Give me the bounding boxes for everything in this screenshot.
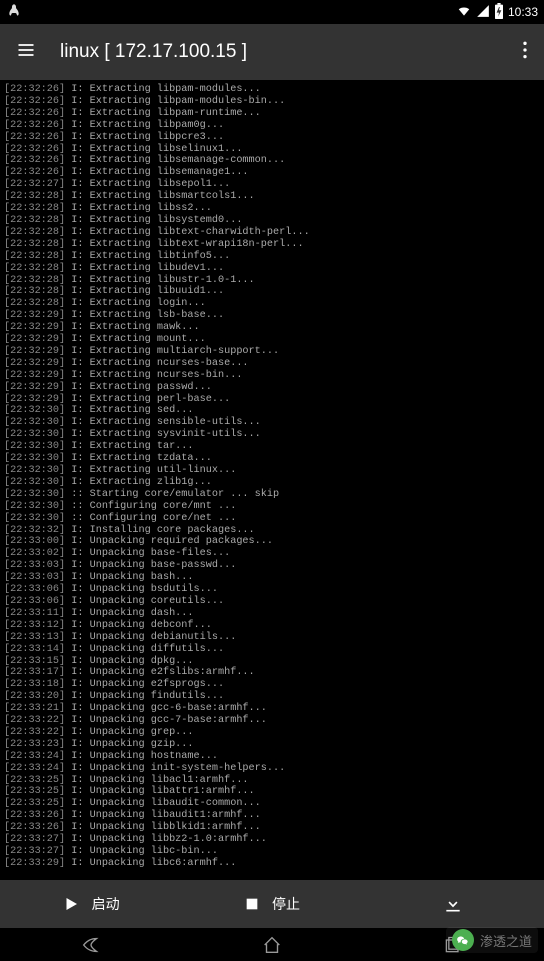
terminal-line: [22:32:28] I: Extracting libsmartcols1..… bbox=[4, 191, 540, 203]
terminal-line: [22:33:27] I: Unpacking libc-bin... bbox=[4, 846, 540, 858]
terminal-line: [22:32:26] I: Extracting libpam-modules-… bbox=[4, 96, 540, 108]
terminal-line: [22:33:27] I: Unpacking libbz2-1.0:armhf… bbox=[4, 834, 540, 846]
terminal-line: [22:33:26] I: Unpacking libblkid1:armhf.… bbox=[4, 822, 540, 834]
battery-icon bbox=[494, 3, 504, 22]
terminal-line: [22:33:29] I: Unpacking libc6:armhf... bbox=[4, 858, 540, 870]
terminal-line: [22:32:29] I: Extracting mawk... bbox=[4, 322, 540, 334]
terminal-line: [22:33:03] I: Unpacking bash... bbox=[4, 572, 540, 584]
terminal-line: [22:32:29] I: Extracting mount... bbox=[4, 334, 540, 346]
start-button[interactable]: 启动 bbox=[0, 880, 181, 928]
terminal-line: [22:33:06] I: Unpacking bsdutils... bbox=[4, 584, 540, 596]
terminal-line: [22:33:13] I: Unpacking debianutils... bbox=[4, 632, 540, 644]
terminal-line: [22:32:28] I: Extracting libudev1... bbox=[4, 263, 540, 275]
terminal-line: [22:32:28] I: Extracting libuuid1... bbox=[4, 286, 540, 298]
status-time: 10:33 bbox=[508, 5, 538, 19]
terminal-line: [22:32:29] I: Extracting perl-base... bbox=[4, 394, 540, 406]
terminal-line: [22:33:22] I: Unpacking gcc-7-base:armhf… bbox=[4, 715, 540, 727]
status-bar: 10:33 bbox=[0, 0, 544, 24]
terminal-line: [22:33:17] I: Unpacking e2fslibs:armhf..… bbox=[4, 667, 540, 679]
terminal-line: [22:33:23] I: Unpacking gzip... bbox=[4, 739, 540, 751]
stop-button-label: 停止 bbox=[272, 894, 300, 914]
terminal-line: [22:32:28] I: Extracting libsystemd0... bbox=[4, 215, 540, 227]
back-button[interactable] bbox=[79, 933, 103, 957]
bottom-bar: 启动 停止 bbox=[0, 880, 544, 928]
terminal-line: [22:33:11] I: Unpacking dash... bbox=[4, 608, 540, 620]
terminal-line: [22:33:25] I: Unpacking libacl1:armhf... bbox=[4, 775, 540, 787]
terminal-line: [22:33:25] I: Unpacking libattr1:armhf..… bbox=[4, 786, 540, 798]
terminal-line: [22:32:30] :: Starting core/emulator ...… bbox=[4, 489, 540, 501]
terminal-line: [22:32:29] I: Extracting ncurses-base... bbox=[4, 358, 540, 370]
penguin-icon bbox=[6, 3, 22, 22]
signal-icon bbox=[476, 4, 490, 21]
terminal-line: [22:33:22] I: Unpacking grep... bbox=[4, 727, 540, 739]
terminal-line: [22:32:26] I: Extracting libpcre3... bbox=[4, 132, 540, 144]
terminal-line: [22:33:00] I: Unpacking required package… bbox=[4, 536, 540, 548]
home-button[interactable] bbox=[260, 933, 284, 957]
stop-button[interactable]: 停止 bbox=[181, 880, 362, 928]
watermark-text: 渗透之道 bbox=[480, 931, 532, 950]
terminal-line: [22:32:30] I: Extracting sensible-utils.… bbox=[4, 417, 540, 429]
terminal-line: [22:32:26] I: Extracting libpam0g... bbox=[4, 120, 540, 132]
terminal-line: [22:32:28] I: Extracting login... bbox=[4, 298, 540, 310]
terminal-line: [22:32:30] I: Extracting util-linux... bbox=[4, 465, 540, 477]
terminal-line: [22:32:28] I: Extracting libtext-charwid… bbox=[4, 227, 540, 239]
terminal-line: [22:32:30] I: Extracting tzdata... bbox=[4, 453, 540, 465]
terminal-line: [22:32:28] I: Extracting libtext-wrapi18… bbox=[4, 239, 540, 251]
terminal-line: [22:32:26] I: Extracting libselinux1... bbox=[4, 144, 540, 156]
download-button[interactable] bbox=[363, 880, 544, 928]
terminal-line: [22:33:06] I: Unpacking coreutils... bbox=[4, 596, 540, 608]
app-title: linux [ 172.17.100.15 ] bbox=[60, 41, 498, 63]
terminal-line: [22:32:27] I: Extracting libsepol1... bbox=[4, 179, 540, 191]
terminal-line: [22:32:29] I: Extracting lsb-base... bbox=[4, 310, 540, 322]
app-bar: linux [ 172.17.100.15 ] bbox=[0, 24, 544, 80]
more-menu-icon[interactable] bbox=[522, 40, 528, 65]
terminal-line: [22:32:30] :: Configuring core/mnt ... bbox=[4, 501, 540, 513]
terminal-line: [22:33:12] I: Unpacking debconf... bbox=[4, 620, 540, 632]
terminal-line: [22:32:29] I: Extracting ncurses-bin... bbox=[4, 370, 540, 382]
terminal-line: [22:33:15] I: Unpacking dpkg... bbox=[4, 656, 540, 668]
terminal-line: [22:32:29] I: Extracting multiarch-suppo… bbox=[4, 346, 540, 358]
terminal-line: [22:33:18] I: Unpacking e2fsprogs... bbox=[4, 679, 540, 691]
terminal-line: [22:33:14] I: Unpacking diffutils... bbox=[4, 644, 540, 656]
terminal-line: [22:32:28] I: Extracting libss2... bbox=[4, 203, 540, 215]
terminal-line: [22:32:30] I: Extracting sed... bbox=[4, 405, 540, 417]
wifi-icon bbox=[456, 4, 472, 21]
terminal-line: [22:32:26] I: Extracting libpam-runtime.… bbox=[4, 108, 540, 120]
terminal-line: [22:33:21] I: Unpacking gcc-6-base:armhf… bbox=[4, 703, 540, 715]
terminal-line: [22:32:28] I: Extracting libustr-1.0-1..… bbox=[4, 275, 540, 287]
terminal-line: [22:32:28] I: Extracting libtinfo5... bbox=[4, 251, 540, 263]
watermark: 渗透之道 bbox=[446, 927, 538, 953]
hamburger-menu-icon[interactable] bbox=[16, 40, 36, 65]
terminal-line: [22:32:30] :: Configuring core/net ... bbox=[4, 513, 540, 525]
terminal-line: [22:32:30] I: Extracting tar... bbox=[4, 441, 540, 453]
terminal-output[interactable]: [22:32:26] I: Extracting libpam-modules.… bbox=[0, 80, 544, 880]
terminal-line: [22:32:26] I: Extracting libsemanage1... bbox=[4, 167, 540, 179]
terminal-line: [22:33:24] I: Unpacking init-system-help… bbox=[4, 763, 540, 775]
wechat-icon bbox=[452, 929, 474, 951]
terminal-line: [22:32:26] I: Extracting libpam-modules.… bbox=[4, 84, 540, 96]
start-button-label: 启动 bbox=[92, 894, 120, 914]
terminal-line: [22:33:02] I: Unpacking base-files... bbox=[4, 548, 540, 560]
terminal-line: [22:32:32] I: Installing core packages..… bbox=[4, 525, 540, 537]
terminal-line: [22:32:29] I: Extracting passwd... bbox=[4, 382, 540, 394]
terminal-line: [22:32:30] I: Extracting zlib1g... bbox=[4, 477, 540, 489]
terminal-line: [22:33:25] I: Unpacking libaudit-common.… bbox=[4, 798, 540, 810]
terminal-line: [22:33:20] I: Unpacking findutils... bbox=[4, 691, 540, 703]
terminal-line: [22:33:26] I: Unpacking libaudit1:armhf.… bbox=[4, 810, 540, 822]
terminal-line: [22:32:30] I: Extracting sysvinit-utils.… bbox=[4, 429, 540, 441]
terminal-line: [22:32:26] I: Extracting libsemanage-com… bbox=[4, 155, 540, 167]
terminal-line: [22:33:03] I: Unpacking base-passwd... bbox=[4, 560, 540, 572]
terminal-line: [22:33:24] I: Unpacking hostname... bbox=[4, 751, 540, 763]
